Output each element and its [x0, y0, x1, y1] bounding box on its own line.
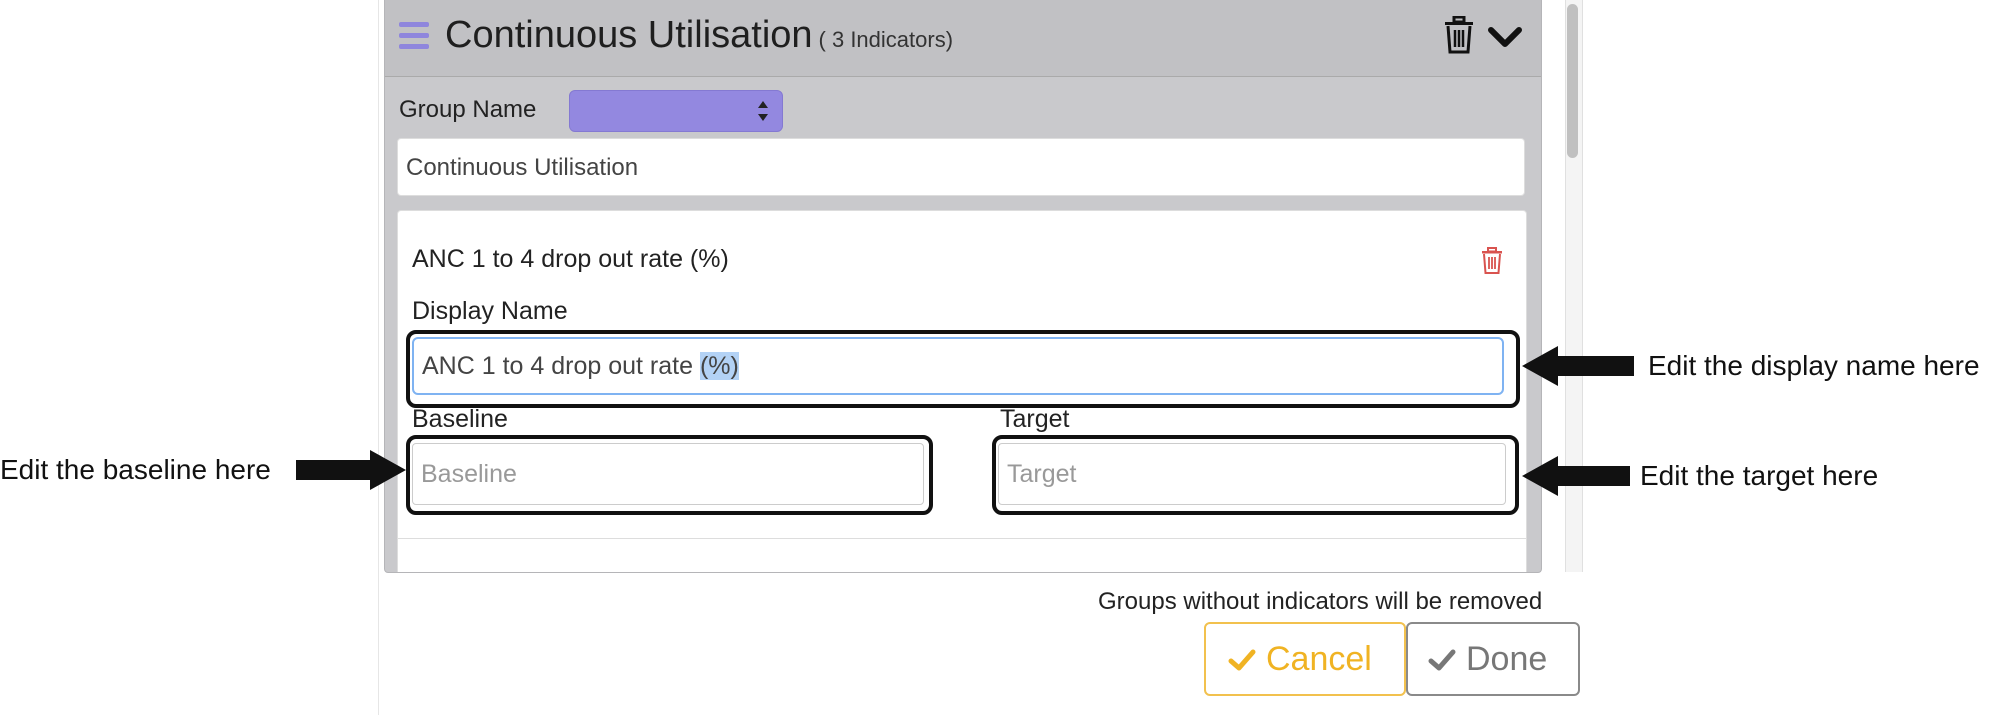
group-title: Continuous Utilisation( 3 Indicators) — [445, 14, 953, 57]
scrollbar-thumb[interactable] — [1567, 4, 1578, 158]
target-highlight — [992, 435, 1519, 515]
group-header: Continuous Utilisation( 3 Indicators) — [385, 0, 1541, 77]
group-name-label: Group Name — [399, 96, 537, 123]
done-label: Done — [1466, 640, 1548, 678]
group-name-select[interactable] — [569, 90, 783, 132]
arrow-left-icon — [1522, 346, 1634, 386]
baseline-annotation: Edit the baseline here — [0, 454, 271, 485]
group-title-text: Continuous Utilisation — [445, 14, 813, 56]
cancel-label: Cancel — [1266, 640, 1372, 678]
display-name-highlight — [406, 330, 1520, 408]
arrow-left-icon — [1522, 456, 1630, 496]
baseline-highlight — [406, 435, 933, 515]
footer-note: Groups without indicators will be remove… — [1098, 588, 1543, 615]
done-button[interactable]: Done — [1406, 622, 1580, 696]
target-annotation: Edit the target here — [1640, 460, 1879, 491]
card-divider — [398, 538, 1526, 539]
group-name-input[interactable]: Continuous Utilisation — [397, 138, 1525, 196]
baseline-label: Baseline — [412, 405, 508, 433]
check-icon — [1228, 649, 1256, 671]
cancel-button[interactable]: Cancel — [1204, 622, 1406, 696]
display-name-label: Display Name — [412, 297, 568, 325]
display-name-annotation: Edit the display name here — [1648, 350, 1980, 381]
hamburger-icon[interactable] — [399, 22, 429, 52]
target-label: Target — [1000, 405, 1070, 433]
chevron-down-icon[interactable] — [1487, 22, 1523, 52]
indicator-title: ANC 1 to 4 drop out rate (%) — [412, 245, 729, 273]
trash-icon[interactable] — [1480, 247, 1504, 275]
trash-icon[interactable] — [1442, 16, 1476, 54]
check-icon — [1428, 649, 1456, 671]
indicator-count: ( 3 Indicators) — [818, 27, 954, 52]
select-arrows-icon — [758, 101, 768, 121]
arrow-right-icon — [296, 450, 406, 490]
